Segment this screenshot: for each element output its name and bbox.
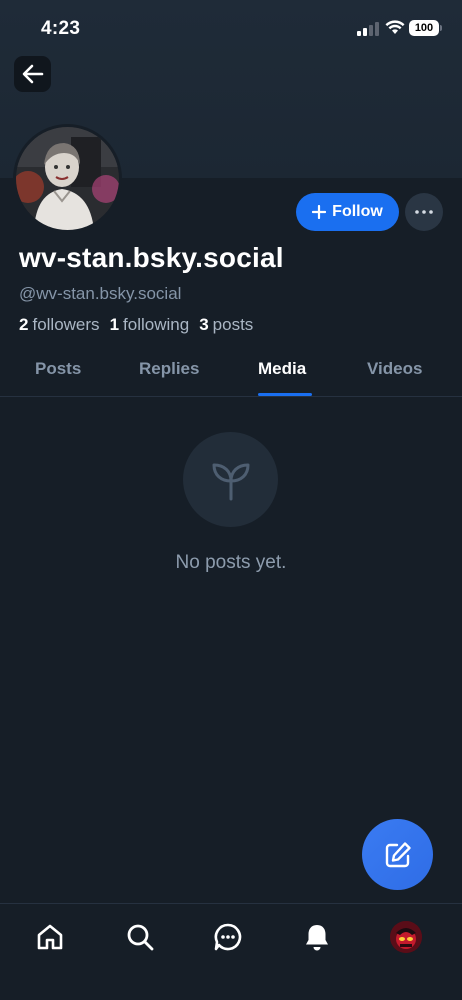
home-icon bbox=[37, 924, 63, 950]
nav-home[interactable] bbox=[33, 920, 67, 954]
tab-media[interactable]: Media bbox=[258, 359, 306, 379]
more-options-button[interactable] bbox=[405, 193, 443, 231]
tab-posts[interactable]: Posts bbox=[35, 359, 81, 379]
empty-state-icon-container bbox=[183, 432, 278, 527]
status-bar: 4:23 100 bbox=[0, 0, 462, 52]
chat-icon bbox=[214, 923, 242, 951]
profile-avatar[interactable] bbox=[13, 124, 122, 233]
nav-chat[interactable] bbox=[211, 920, 245, 954]
follow-button[interactable]: Follow bbox=[296, 193, 399, 231]
posts-count: 3 bbox=[199, 315, 209, 334]
empty-state-message: No posts yet. bbox=[175, 552, 287, 573]
posts-label: posts bbox=[212, 315, 254, 334]
following-count: 1 bbox=[109, 315, 120, 334]
following-label: following bbox=[123, 315, 190, 334]
followers-label: followers bbox=[32, 315, 100, 334]
nav-profile[interactable] bbox=[389, 920, 423, 954]
profile-tabs: Posts Replies Media Videos bbox=[0, 345, 462, 397]
nav-notifications[interactable] bbox=[300, 920, 334, 954]
signal-icon bbox=[357, 22, 379, 36]
wifi-icon bbox=[385, 20, 405, 34]
tab-replies[interactable]: Replies bbox=[139, 359, 199, 379]
profile-handle: @wv-stan.bsky.social bbox=[19, 284, 182, 303]
bottom-navigation bbox=[0, 903, 462, 1000]
search-icon bbox=[127, 924, 154, 951]
compose-button[interactable] bbox=[362, 819, 433, 890]
back-button[interactable] bbox=[14, 56, 51, 92]
nav-search[interactable] bbox=[123, 920, 157, 954]
display-name: wv-stan.bsky.social bbox=[19, 242, 284, 273]
sprout-icon bbox=[212, 463, 249, 500]
avatar-image bbox=[390, 921, 422, 953]
following-link[interactable]: 1 following bbox=[110, 315, 190, 335]
avatar-image bbox=[16, 127, 119, 230]
status-time: 4:23 bbox=[41, 18, 81, 39]
active-tab-indicator bbox=[258, 393, 312, 396]
arrow-left-icon bbox=[22, 64, 43, 84]
profile-screen: 4:23 100 Follow wv-stan.bsky.social @wv-… bbox=[0, 0, 462, 1000]
follow-label: Follow bbox=[332, 203, 383, 220]
battery-icon: 100 bbox=[409, 20, 442, 36]
followers-count: 2 bbox=[19, 315, 29, 334]
followers-link[interactable]: 2 followers bbox=[19, 315, 100, 335]
ellipsis-icon bbox=[415, 210, 433, 214]
posts-stat: 3 posts bbox=[199, 315, 253, 335]
tab-videos[interactable]: Videos bbox=[367, 359, 422, 379]
plus-icon bbox=[312, 205, 327, 219]
compose-icon bbox=[385, 841, 411, 867]
profile-stats: 2 followers 1 following 3 posts bbox=[19, 315, 253, 335]
profile-avatar-small bbox=[390, 921, 422, 953]
bell-icon bbox=[306, 925, 328, 951]
